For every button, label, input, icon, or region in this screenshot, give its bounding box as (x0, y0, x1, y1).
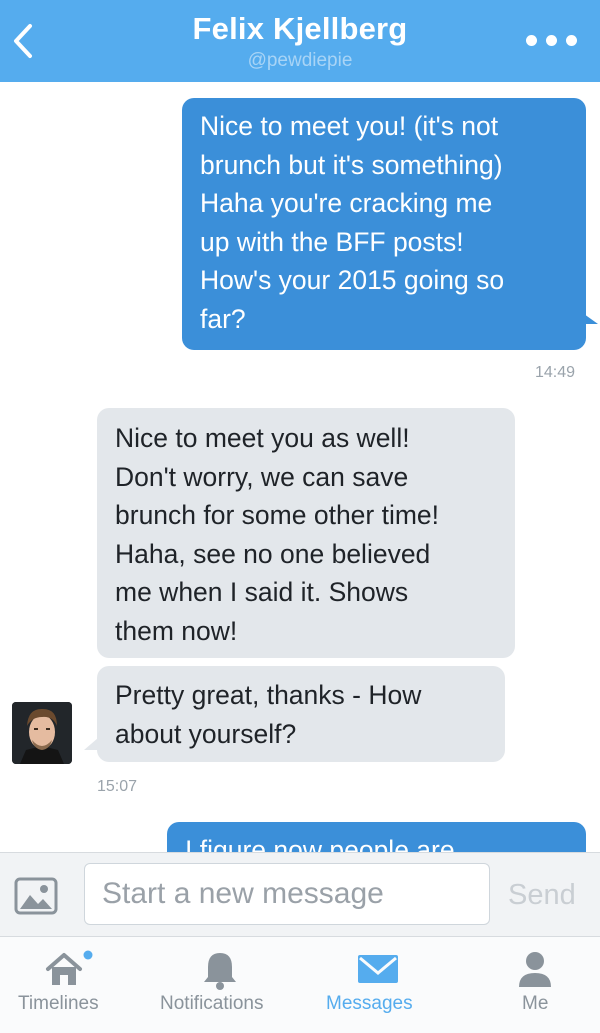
send-button[interactable]: Send (508, 875, 592, 915)
tab-label: Messages (326, 993, 413, 1014)
conversation-header: Felix Kjellberg @pewdiepie (0, 0, 600, 82)
message-line: Pretty great, thanks - How (115, 680, 422, 710)
message-line: me when I said it. Shows (115, 577, 409, 607)
tab-label: Timelines (18, 993, 99, 1014)
message-line: them now! (115, 615, 238, 646)
message-line: How's your 2015 going so (200, 265, 505, 295)
tab-bar: Timelines Notifications Messages Me (0, 936, 600, 1033)
avatar[interactable] (12, 702, 72, 764)
message-timestamp: 15:07 (97, 778, 138, 795)
more-dot-icon (526, 35, 537, 46)
message-line: Don't worry, we can save (115, 461, 409, 492)
person-icon (519, 952, 551, 987)
message-input[interactable] (84, 863, 490, 925)
message-line: Haha, see no one believed (115, 538, 431, 569)
message-bubble-incoming[interactable]: Pretty great, thanks - How about yoursel… (97, 666, 505, 762)
add-photo-button[interactable] (14, 877, 58, 915)
tab-notifications[interactable]: Notifications (150, 937, 290, 1033)
tab-label: Me (522, 993, 549, 1014)
message-thread[interactable]: Nice to meet you! (it's not brunch but i… (0, 82, 600, 852)
unread-dot-icon (83, 950, 93, 960)
profile-photo (12, 702, 72, 764)
message-line: up with the BFF posts! (200, 226, 464, 257)
message-timestamp: 14:49 (535, 364, 576, 381)
more-options-button[interactable] (524, 28, 580, 52)
message-line: Nice to meet you as well! (115, 423, 410, 453)
bubble-tail (84, 738, 98, 750)
tab-messages[interactable]: Messages (310, 937, 450, 1033)
contact-name: Felix Kjellberg (192, 11, 408, 46)
bubble-tail (584, 314, 598, 324)
message-bubble-incoming[interactable]: Nice to meet you as well! Don't worry, w… (97, 408, 515, 658)
tab-label: Notifications (160, 993, 264, 1014)
message-line: Nice to meet you! (it's not (200, 111, 499, 141)
contact-handle: @pewdiepie (247, 50, 353, 71)
bell-icon (204, 953, 236, 990)
more-dot-icon (546, 35, 557, 46)
image-icon (14, 877, 58, 915)
message-bubble-outgoing[interactable]: Nice to meet you! (it's not brunch but i… (182, 98, 586, 350)
contact-info[interactable]: Felix Kjellberg @pewdiepie (0, 10, 600, 72)
home-icon (46, 950, 93, 985)
message-line: I figure now people are (185, 835, 455, 852)
message-bubble-outgoing[interactable]: I figure now people are (167, 822, 586, 852)
compose-bar: Send (0, 852, 600, 936)
tab-timelines[interactable]: Timelines (0, 937, 130, 1033)
message-line: far? (200, 303, 246, 334)
message-line: brunch but it's something) (200, 149, 503, 180)
message-line: Haha you're cracking me (200, 188, 493, 218)
message-line: brunch for some other time! (115, 500, 440, 530)
more-dot-icon (566, 35, 577, 46)
message-line: about yourself? (115, 718, 297, 749)
tab-me[interactable]: Me (480, 937, 590, 1033)
envelope-icon (358, 955, 398, 983)
